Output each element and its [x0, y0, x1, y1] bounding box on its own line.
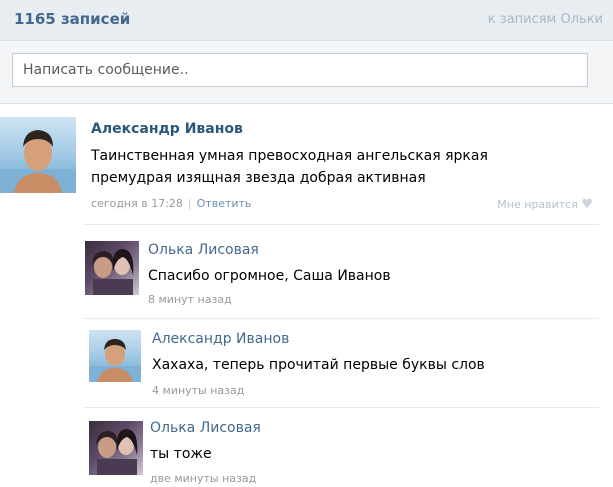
like-label: Мне нравится — [497, 198, 578, 211]
reply-author-avatar[interactable] — [89, 421, 143, 475]
reply-author-name[interactable]: Олька Лисовая — [150, 420, 261, 436]
post-text-line: Таинственная умная превосходная ангельск… — [91, 148, 488, 164]
compose-area — [0, 41, 613, 104]
reply-author-name[interactable]: Олька Лисовая — [148, 242, 259, 258]
meta-divider: | — [187, 197, 192, 210]
reply-time[interactable]: 4 минуты назад — [152, 384, 244, 397]
like-button[interactable]: Мне нравится ♥ — [497, 197, 593, 212]
to-owner-posts-link[interactable]: к записям Ольки — [488, 12, 603, 27]
divider — [84, 224, 599, 225]
post-count: 1165 записей — [14, 10, 131, 28]
heart-icon: ♥ — [581, 197, 593, 212]
divider — [84, 318, 599, 319]
reply-author-avatar[interactable] — [85, 241, 139, 295]
reply-text: Спасибо огромное, Саша Иванов — [148, 268, 391, 284]
divider — [84, 407, 599, 408]
post-time[interactable]: сегодня в 17:28 — [91, 197, 183, 210]
post-text-line: премудрая изящная звезда добрая активная — [91, 170, 426, 186]
author-avatar[interactable] — [0, 117, 76, 193]
reply-button[interactable]: Ответить — [197, 197, 252, 210]
wall-header: 1165 записей к записям Ольки — [0, 0, 613, 41]
reply-author-avatar[interactable] — [89, 330, 141, 382]
reply-time[interactable]: две минуты назад — [150, 472, 256, 485]
post-text: Таинственная умная превосходная ангельск… — [91, 145, 488, 189]
post-author-name[interactable]: Александр Иванов — [91, 121, 243, 137]
reply-text: Хахаха, теперь прочитай первые буквы сло… — [152, 357, 485, 373]
reply-author-name[interactable]: Александр Иванов — [152, 331, 289, 347]
post-meta: сегодня в 17:28 | Ответить — [91, 197, 251, 210]
message-input[interactable] — [12, 53, 588, 87]
reply-time[interactable]: 8 минут назад — [148, 293, 232, 306]
reply-text: ты тоже — [150, 446, 212, 462]
